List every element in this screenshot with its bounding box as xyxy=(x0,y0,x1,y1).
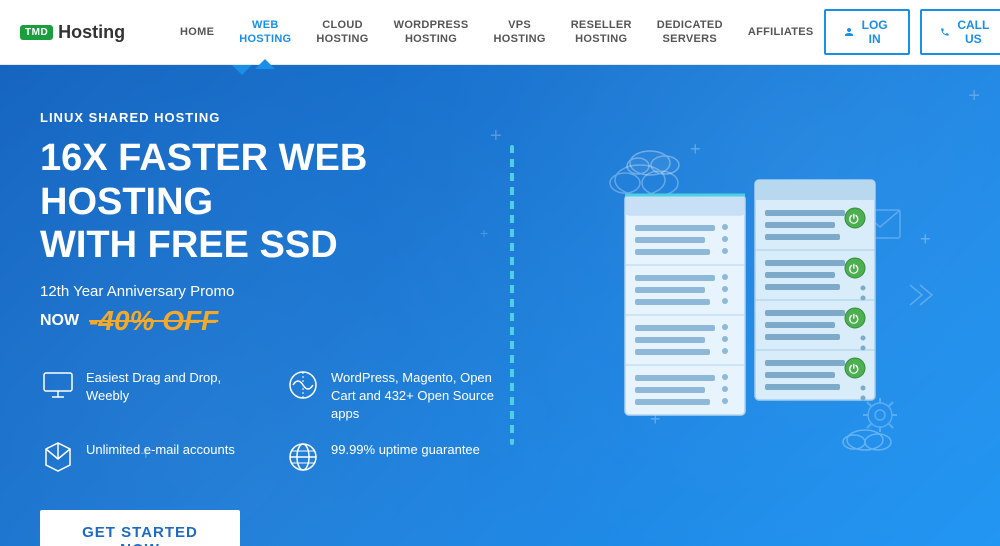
feature-uptime: 99.99% uptime guarantee xyxy=(285,439,500,475)
nav-links: HOME WEBHOSTING CLOUDHOSTING WORDPRESSHO… xyxy=(170,13,824,52)
feature-wordpress-text: WordPress, Magento, Open Cart and 432+ O… xyxy=(331,367,500,424)
login-button[interactable]: LOG IN xyxy=(824,9,910,55)
phone-icon xyxy=(940,25,950,39)
nav-cloud-hosting[interactable]: CLOUDHOSTING xyxy=(306,13,378,52)
wordpress-icon xyxy=(285,367,321,403)
feature-drag-drop-text: Easiest Drag and Drop, Weebly xyxy=(86,367,255,405)
nav-affiliates[interactable]: AFFILIATES xyxy=(738,20,824,44)
globe-icon xyxy=(285,439,321,475)
feature-uptime-text: 99.99% uptime guarantee xyxy=(331,439,480,459)
nav-wordpress-hosting[interactable]: WORDPRESSHOSTING xyxy=(384,13,479,52)
vert-dashed-line xyxy=(510,145,514,445)
deco-plus-1: + xyxy=(968,85,980,108)
svg-text:⏻: ⏻ xyxy=(849,262,859,276)
nav-reseller-hosting[interactable]: RESELLERHOSTING xyxy=(561,13,642,52)
box-icon xyxy=(40,439,76,475)
nav-web-hosting[interactable]: WEBHOSTING xyxy=(229,13,301,52)
user-icon xyxy=(844,25,854,39)
svg-text:⏻: ⏻ xyxy=(849,212,859,226)
logo[interactable]: TMD Hosting xyxy=(20,22,140,43)
hero-discount-value: -40% OFF xyxy=(89,305,218,337)
deco-plus-3: + xyxy=(140,443,152,466)
svg-text:⏻: ⏻ xyxy=(849,312,859,326)
hero-title: 16X FASTER WEB HOSTING WITH FREE SSD xyxy=(40,137,520,268)
features-grid: Easiest Drag and Drop, Weebly WordPress,… xyxy=(40,367,500,475)
logo-text: Hosting xyxy=(58,22,125,43)
deco-plus-4: + xyxy=(480,225,488,241)
svg-text:+: + xyxy=(920,229,931,249)
monitor-icon xyxy=(40,367,76,403)
feature-drag-drop: Easiest Drag and Drop, Weebly xyxy=(40,367,255,424)
navbar: TMD Hosting HOME WEBHOSTING CLOUDHOSTING… xyxy=(0,0,1000,65)
logo-badge: TMD xyxy=(20,25,53,40)
nav-actions: LOG IN CALL US xyxy=(824,9,1000,55)
svg-text:+: + xyxy=(690,139,701,159)
server-illustration: + + + xyxy=(570,125,950,505)
nav-dedicated-servers[interactable]: DEDICATEDSERVERS xyxy=(647,13,733,52)
call-button[interactable]: CALL US xyxy=(920,9,1000,55)
deco-plus-2: + xyxy=(490,125,502,148)
hero-section: + + + + LINUX SHARED HOSTING 16X FASTER … xyxy=(0,65,1000,546)
svg-text:⏻: ⏻ xyxy=(849,362,859,376)
nav-vps-hosting[interactable]: VPSHOSTING xyxy=(483,13,555,52)
cta-button[interactable]: GET STARTED NOW xyxy=(40,510,240,546)
hero-now-label: NOW xyxy=(40,312,79,330)
nav-home[interactable]: HOME xyxy=(170,20,224,44)
feature-wordpress: WordPress, Magento, Open Cart and 432+ O… xyxy=(285,367,500,424)
hero-subtitle: LINUX SHARED HOSTING xyxy=(40,110,960,125)
feature-email-text: Unlimited e-mail accounts xyxy=(86,439,235,459)
